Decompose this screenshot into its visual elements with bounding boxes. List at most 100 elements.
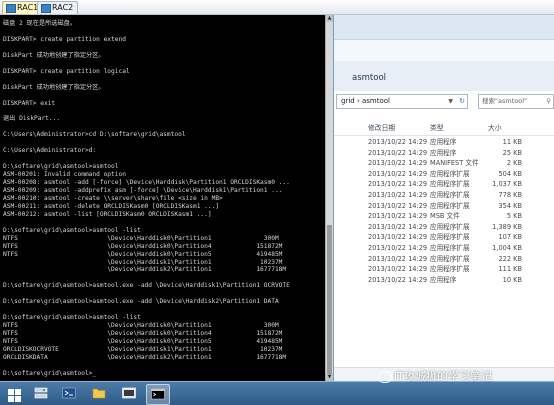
file-type: 应用程序扩展: [430, 265, 470, 274]
file-size: 107 KB: [498, 233, 522, 242]
file-size: 25 KB: [502, 148, 522, 157]
scroll-up-arrow-icon[interactable]: ▲: [326, 15, 333, 22]
breadcrumb-item-asmtool[interactable]: asmtool: [362, 97, 390, 105]
file-row[interactable]: 2013/10/22 14:29 应用程序扩展 354 KB: [334, 201, 554, 212]
file-row[interactable]: 2013/10/22 14:29 应用程序 10 KB: [334, 275, 554, 286]
chevron-down-icon[interactable]: ▼: [448, 95, 453, 108]
file-modified-date: 2013/10/22 14:29: [368, 148, 428, 157]
scroll-down-arrow-icon[interactable]: ▼: [326, 374, 333, 381]
powershell-icon: [62, 387, 76, 399]
console-output: 磁盘 2 现在是所选磁盘。 DISKPART> create partition …: [3, 19, 325, 377]
file-modified-date: 2013/10/22 14:29: [368, 265, 428, 274]
file-row[interactable]: 2013/10/22 14:29 应用程序扩展 1,004 KB: [334, 243, 554, 254]
breadcrumb-item-grid[interactable]: grid: [341, 97, 355, 105]
file-row[interactable]: 2013/10/22 14:29 应用程序扩展 111 KB: [334, 264, 554, 275]
command-prompt-icon: [151, 388, 165, 400]
file-list-header: 修改日期 类型 大小: [334, 121, 554, 136]
file-type: 应用程序扩展: [430, 254, 470, 263]
console-scrollbar[interactable]: ▲ ▼: [325, 15, 333, 381]
file-row[interactable]: 2013/10/22 14:29 MANIFEST 文件 2 KB: [334, 158, 554, 169]
monitor-icon: [41, 4, 51, 13]
file-modified-date: 2013/10/22 14:29: [368, 254, 428, 263]
file-modified-date: 2013/10/22 14:29: [368, 275, 428, 284]
start-button[interactable]: [2, 384, 24, 403]
file-size: 1,004 KB: [492, 244, 522, 252]
file-size: 778 KB: [498, 191, 522, 199]
file-size: 1,037 KB: [492, 180, 522, 189]
refresh-icon[interactable]: ↻: [459, 95, 465, 108]
console-line: D:\softare\grid\asmtool>_: [3, 369, 97, 377]
watermark: IT攻城狮的学习笔记: [378, 367, 492, 387]
file-row[interactable]: 2013/10/22 14:29 应用程序扩展 778 KB: [334, 190, 554, 201]
tab-rac2-label: RAC2: [52, 3, 74, 12]
file-type: 应用程序扩展: [430, 201, 470, 210]
file-size: 1,389 KB: [492, 222, 522, 231]
column-header-date[interactable]: 修改日期: [368, 121, 395, 135]
file-type: 应用程序: [430, 148, 457, 157]
file-row[interactable]: 2013/10/22 14:29 应用程序扩展 1,037 KB: [334, 179, 554, 190]
file-modified-date: 2013/10/22 14:29: [368, 222, 428, 231]
breadcrumb: grid › asmtool: [341, 95, 390, 108]
file-type: 应用程序扩展: [430, 191, 470, 199]
file-size: 222 KB: [498, 254, 522, 263]
folder-icon: [92, 388, 106, 399]
search-input[interactable]: 搜索"asmtool" ⚲: [478, 94, 554, 109]
file-size: 2 KB: [506, 159, 522, 168]
file-explorer-window: asmtool grid › asmtool ▼ ↻ 搜索"asmtool" ⚲…: [334, 15, 554, 381]
taskbar-command-prompt[interactable]: [146, 384, 170, 405]
file-type: MSB 文件: [430, 212, 460, 221]
file-type: 应用程序扩展: [430, 222, 470, 231]
remote-session-tab-bar: RAC1 RAC2: [0, 0, 554, 15]
taskbar-cmd-secondary[interactable]: [118, 384, 140, 403]
file-type: MANIFEST 文件: [430, 159, 479, 168]
file-size: 5 KB: [506, 212, 522, 221]
file-size: 10 KB: [502, 275, 522, 284]
file-type: 应用程序扩展: [430, 244, 470, 252]
file-modified-date: 2013/10/22 14:29: [368, 169, 428, 178]
file-modified-date: 2013/10/22 14:29: [368, 159, 428, 168]
file-modified-date: 2013/10/22 14:29: [368, 212, 428, 221]
file-row[interactable]: 2013/10/22 14:29 应用程序 11 KB: [334, 137, 554, 148]
file-modified-date: 2013/10/22 14:29: [368, 191, 428, 199]
file-type: 应用程序扩展: [430, 169, 470, 178]
command-prompt-window[interactable]: 磁盘 2 现在是所选磁盘。 DISKPART> create partition …: [0, 15, 331, 381]
file-row[interactable]: 2013/10/22 14:29 应用程序扩展 222 KB: [334, 254, 554, 265]
scrollbar-thumb[interactable]: [327, 225, 332, 375]
file-modified-date: 2013/10/22 14:29: [368, 201, 428, 210]
address-bar[interactable]: grid › asmtool ▼ ↻: [336, 94, 468, 109]
explorer-title-bar: asmtool: [334, 61, 554, 91]
tab-rac1-label: RAC1: [17, 3, 39, 12]
explorer-ribbon: [334, 39, 554, 62]
file-row[interactable]: 2013/10/22 14:29 应用程序扩展 1,389 KB: [334, 222, 554, 233]
file-size: 354 KB: [498, 201, 522, 210]
terminal-icon: [122, 387, 136, 399]
file-row[interactable]: 2013/10/22 14:29 应用程序扩展 504 KB: [334, 169, 554, 180]
server-manager-icon: [34, 387, 48, 399]
window-title: asmtool: [352, 73, 387, 83]
search-icon: ⚲: [546, 97, 551, 105]
tab-rac2[interactable]: RAC2: [37, 1, 79, 14]
file-row[interactable]: 2013/10/22 14:29 MSB 文件 5 KB: [334, 211, 554, 222]
file-modified-date: 2013/10/22 14:29: [368, 138, 428, 146]
windows-logo-icon: [8, 389, 21, 402]
file-type: 应用程序扩展: [430, 233, 470, 242]
file-size: 504 KB: [498, 169, 522, 178]
file-modified-date: 2013/10/22 14:29: [368, 244, 428, 252]
file-size: 11 KB: [502, 138, 522, 146]
watermark-text: IT攻城狮的学习笔记: [394, 370, 492, 383]
file-row[interactable]: 2013/10/22 14:29 应用程序扩展 107 KB: [334, 232, 554, 243]
search-placeholder: 搜索"asmtool": [482, 97, 527, 105]
monitor-icon: [6, 4, 16, 13]
taskbar-file-explorer[interactable]: [88, 384, 110, 403]
file-size: 111 KB: [498, 265, 522, 274]
file-row[interactable]: 2013/10/22 14:29 应用程序 25 KB: [334, 148, 554, 159]
taskbar-powershell[interactable]: [58, 384, 80, 403]
column-header-type[interactable]: 类型: [430, 121, 444, 135]
file-modified-date: 2013/10/22 14:29: [368, 233, 428, 242]
wechat-logo-icon: [378, 371, 392, 383]
file-type: 应用程序扩展: [430, 180, 470, 189]
file-type: 应用程序: [430, 275, 457, 284]
column-header-size[interactable]: 大小: [488, 121, 502, 135]
taskbar-server-manager[interactable]: [30, 384, 52, 403]
file-modified-date: 2013/10/22 14:29: [368, 180, 428, 189]
